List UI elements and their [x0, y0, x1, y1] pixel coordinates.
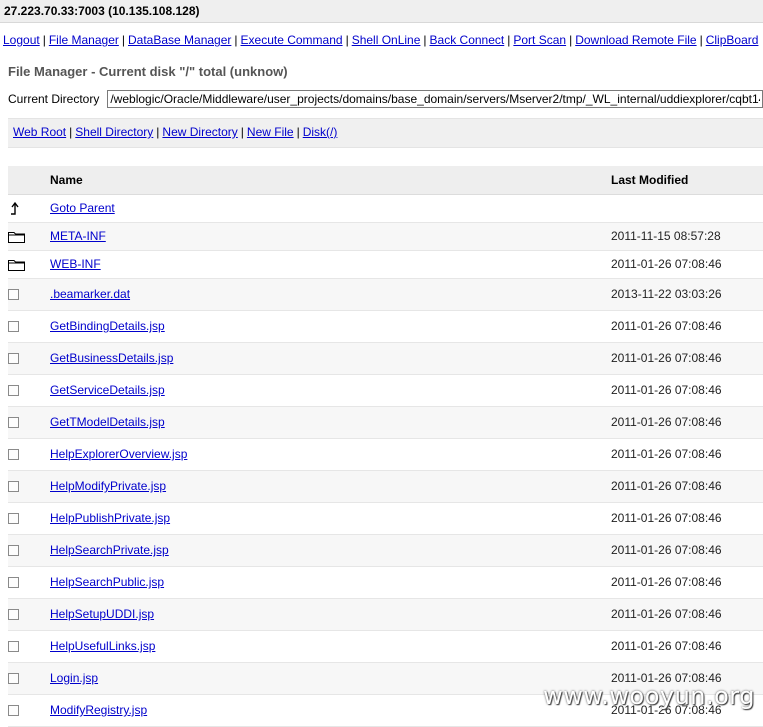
- file-link[interactable]: Login.jsp: [50, 671, 98, 685]
- file-link[interactable]: GetBindingDetails.jsp: [50, 319, 165, 333]
- last-modified-cell: 2011-01-26 07:08:46: [611, 639, 722, 653]
- page-title: File Manager - Current disk "/" total (u…: [8, 64, 288, 79]
- modified-column-header: Last Modified: [611, 166, 763, 195]
- file-select-checkbox[interactable]: [8, 481, 19, 493]
- table-row: META-INF 2011-11-15 08:57:28: [8, 222, 763, 250]
- last-modified-cell: 2011-01-26 07:08:46: [611, 575, 722, 589]
- file-link[interactable]: .beamarker.dat: [50, 287, 130, 301]
- file-select-checkbox[interactable]: [8, 673, 19, 685]
- table-row: HelpSearchPrivate.jsp 2011-01-26 07:08:46: [8, 534, 763, 566]
- folder-link[interactable]: META-INF: [50, 229, 106, 243]
- folder-link[interactable]: WEB-INF: [50, 257, 101, 271]
- nav-download-remote-file-link[interactable]: Download Remote File: [575, 33, 696, 47]
- file-table-header: Name Last Modified: [8, 166, 763, 195]
- last-modified-cell: 2011-01-26 07:08:46: [611, 351, 722, 365]
- last-modified-cell: 2011-01-26 07:08:46: [611, 415, 722, 429]
- file-link[interactable]: HelpPublishPrivate.jsp: [50, 511, 170, 525]
- directory-toolbar: Web Root | Shell Directory | New Directory | N…: [8, 118, 763, 148]
- parent-arrow-icon: [8, 201, 22, 216]
- nav-port-scan-link[interactable]: Port Scan: [513, 33, 566, 47]
- table-row: HelpSearchPublic.jsp 2011-01-26 07:08:46: [8, 566, 763, 598]
- file-select-checkbox[interactable]: [8, 641, 19, 653]
- table-row: GetBusinessDetails.jsp 2011-01-26 07:08:4…: [8, 342, 763, 374]
- file-link[interactable]: GetServiceDetails.jsp: [50, 383, 165, 397]
- table-row: HelpPublishPrivate.jsp 2011-01-26 07:08:4…: [8, 502, 763, 534]
- file-select-checkbox[interactable]: [8, 385, 19, 397]
- current-directory-row: Current Directory: [0, 88, 763, 110]
- file-link[interactable]: GetTModelDetails.jsp: [50, 415, 165, 429]
- folder-icon: [8, 229, 25, 243]
- name-column-header: Name: [50, 166, 611, 195]
- host-title: 27.223.70.33:7003 (10.135.108.128): [4, 4, 200, 18]
- file-table: Name Last Modified Goto Parent META-INF 20…: [8, 166, 763, 727]
- file-select-checkbox[interactable]: [8, 321, 19, 333]
- current-directory-label: Current Directory: [8, 92, 100, 106]
- file-select-checkbox[interactable]: [8, 289, 19, 301]
- table-row: HelpSetupUDDI.jsp 2011-01-26 07:08:46: [8, 598, 763, 630]
- last-modified-cell: [611, 194, 763, 222]
- table-row: GetTModelDetails.jsp 2011-01-26 07:08:46: [8, 406, 763, 438]
- goto-parent-link[interactable]: Goto Parent: [50, 201, 115, 215]
- file-link[interactable]: HelpExplorerOverview.jsp: [50, 447, 187, 461]
- nav-shell-online-link[interactable]: Shell OnLine: [352, 33, 421, 47]
- main-nav: Logout | File Manager | DataBase Manager | Exe…: [3, 33, 759, 47]
- file-select-checkbox[interactable]: [8, 449, 19, 461]
- nav-clipboard-link[interactable]: ClipBoard: [706, 33, 759, 47]
- file-link[interactable]: GetBusinessDetails.jsp: [50, 351, 173, 365]
- nav-logout-link[interactable]: Logout: [3, 33, 40, 47]
- last-modified-cell: 2011-01-26 07:08:46: [611, 319, 722, 333]
- file-link[interactable]: HelpSetupUDDI.jsp: [50, 607, 154, 621]
- nav-execute-command-link[interactable]: Execute Command: [241, 33, 343, 47]
- watermark: www.wooyun.org: [543, 682, 755, 710]
- file-link[interactable]: HelpUsefulLinks.jsp: [50, 639, 155, 653]
- last-modified-cell: 2011-01-26 07:08:46: [611, 447, 722, 461]
- new-directory-link[interactable]: New Directory: [162, 125, 237, 139]
- table-row: Goto Parent: [8, 194, 763, 222]
- file-select-checkbox[interactable]: [8, 417, 19, 429]
- file-select-checkbox[interactable]: [8, 609, 19, 621]
- file-select-checkbox[interactable]: [8, 545, 19, 557]
- table-row: GetBindingDetails.jsp 2011-01-26 07:08:46: [8, 310, 763, 342]
- table-row: HelpUsefulLinks.jsp 2011-01-26 07:08:46: [8, 630, 763, 662]
- current-directory-input[interactable]: [107, 90, 763, 108]
- last-modified-cell: 2011-01-26 07:08:46: [611, 383, 722, 397]
- table-row: GetServiceDetails.jsp 2011-01-26 07:08:46: [8, 374, 763, 406]
- last-modified-cell: 2011-01-26 07:08:46: [611, 543, 722, 557]
- file-link[interactable]: HelpSearchPrivate.jsp: [50, 543, 169, 557]
- file-select-checkbox[interactable]: [8, 513, 19, 525]
- last-modified-cell: 2011-01-26 07:08:46: [611, 479, 722, 493]
- file-select-checkbox[interactable]: [8, 577, 19, 589]
- file-link[interactable]: ModifyRegistry.jsp: [50, 703, 147, 717]
- file-link[interactable]: HelpSearchPublic.jsp: [50, 575, 164, 589]
- last-modified-cell: 2011-01-26 07:08:46: [611, 511, 722, 525]
- table-row: HelpExplorerOverview.jsp 2011-01-26 07:08…: [8, 438, 763, 470]
- file-link[interactable]: HelpModifyPrivate.jsp: [50, 479, 166, 493]
- last-modified-cell: 2013-11-22 03:03:26: [611, 287, 722, 301]
- file-select-checkbox[interactable]: [8, 353, 19, 365]
- web-root-link[interactable]: Web Root: [13, 125, 66, 139]
- nav-back-connect-link[interactable]: Back Connect: [430, 33, 505, 47]
- table-row: HelpModifyPrivate.jsp 2011-01-26 07:08:46: [8, 470, 763, 502]
- shell-directory-link[interactable]: Shell Directory: [75, 125, 153, 139]
- disk-root-link[interactable]: Disk(/): [303, 125, 338, 139]
- host-title-bar: 27.223.70.33:7003 (10.135.108.128): [0, 0, 763, 23]
- table-row: .beamarker.dat 2013-11-22 03:03:26: [8, 278, 763, 310]
- nav-database-manager-link[interactable]: DataBase Manager: [128, 33, 231, 47]
- last-modified-cell: 2011-01-26 07:08:46: [611, 257, 722, 271]
- folder-icon: [8, 257, 25, 271]
- last-modified-cell: 2011-11-15 08:57:28: [611, 229, 721, 243]
- nav-file-manager-link[interactable]: File Manager: [49, 33, 119, 47]
- last-modified-cell: 2011-01-26 07:08:46: [611, 607, 722, 621]
- new-file-link[interactable]: New File: [247, 125, 294, 139]
- file-select-checkbox[interactable]: [8, 705, 19, 717]
- table-row: WEB-INF 2011-01-26 07:08:46: [8, 250, 763, 278]
